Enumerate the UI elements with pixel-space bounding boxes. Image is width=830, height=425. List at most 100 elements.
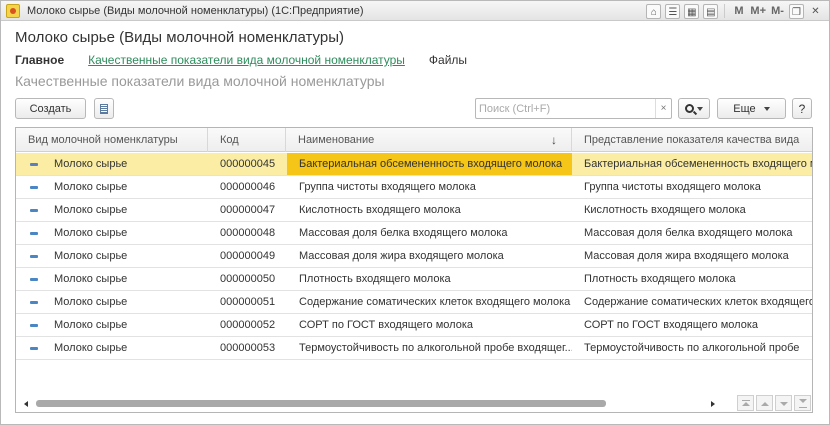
table-row[interactable]: Молоко сырье 000000052 СОРТ по ГОСТ вход… (16, 314, 812, 337)
cell-representation: Бактериальная обсемененность входящего м… (584, 158, 812, 170)
go-to-last-button[interactable] (794, 395, 811, 411)
quality-indicators-table[interactable]: Вид молочной номенклатуры Код Наименован… (15, 127, 813, 413)
cell-name: СОРТ по ГОСТ входящего молока (299, 319, 473, 331)
restore-icon[interactable]: ❐ (789, 3, 804, 19)
table-row[interactable]: Молоко сырье 000000049 Массовая доля жир… (16, 245, 812, 268)
title-bar: Молоко сырье (Виды молочной номенклатуры… (1, 1, 829, 21)
triangle-down-icon (780, 402, 788, 406)
title-bar-toolbar: ⌂ ☰ ▦ ▤ M M+ M- ❐ ✕ (646, 3, 823, 19)
cell-representation: Группа чистоты входящего молока (584, 181, 761, 193)
cell-name: Содержание соматических клеток входящего… (299, 296, 571, 308)
help-button[interactable]: ? (792, 98, 812, 119)
item-icon (30, 301, 38, 304)
item-icon (30, 186, 38, 189)
cell-representation: Содержание соматических клеток входящего… (584, 296, 813, 308)
cell-code: 000000052 (220, 319, 276, 331)
table-body: Молоко сырье 000000045 Бактериальная обс… (16, 153, 813, 360)
nav-main[interactable]: Главное (15, 53, 64, 67)
memory-plus-button[interactable]: M+ (750, 4, 766, 19)
horizontal-scrollbar[interactable] (16, 396, 726, 412)
cell-name: Плотность входящего молока (299, 273, 451, 285)
cell-kind: Молоко сырье (54, 227, 128, 239)
create-button[interactable]: Создать (15, 98, 86, 119)
more-button-label: Еще (733, 102, 756, 115)
item-icon (30, 209, 38, 212)
table-row[interactable]: Молоко сырье 000000053 Термоустойчивость… (16, 337, 812, 360)
list-button[interactable] (94, 98, 114, 119)
cell-name: Бактериальная обсемененность входящего м… (287, 153, 572, 175)
cell-kind: Молоко сырье (54, 273, 128, 285)
table-row[interactable]: Молоко сырье 000000050 Плотность входяще… (16, 268, 812, 291)
cell-name: Массовая доля жира входящего молока (299, 250, 504, 262)
calendar-icon[interactable]: ▦ (684, 3, 700, 19)
table-row[interactable]: Молоко сырье 000000051 Содержание сомати… (16, 291, 813, 314)
nav-files[interactable]: Файлы (429, 53, 467, 67)
chevron-down-icon (763, 106, 770, 111)
cell-kind: Молоко сырье (54, 158, 128, 170)
cell-name: Термоустойчивость по алкогольной пробе в… (299, 342, 572, 354)
cell-representation: СОРТ по ГОСТ входящего молока (584, 319, 758, 331)
item-icon (30, 347, 38, 350)
column-header-code[interactable]: Код (208, 128, 286, 152)
cell-kind: Молоко сырье (54, 181, 128, 193)
search-input[interactable] (479, 101, 649, 116)
cell-kind: Молоко сырье (54, 296, 128, 308)
1c-app-icon (6, 4, 20, 18)
window-title: Молоко сырье (Виды молочной номенклатуры… (27, 5, 364, 17)
scroll-left-icon[interactable] (24, 401, 28, 407)
cell-representation: Плотность входящего молока (584, 273, 736, 285)
memory-m-button[interactable]: M (731, 4, 746, 19)
list-navigation (737, 395, 811, 411)
cell-kind: Молоко сырье (54, 342, 128, 354)
more-button[interactable]: Еще (717, 98, 786, 119)
cell-code: 000000050 (220, 273, 276, 285)
triangle-down-icon (799, 399, 807, 403)
item-icon (30, 163, 38, 166)
go-to-first-button[interactable] (737, 395, 754, 411)
cell-kind: Молоко сырье (54, 204, 128, 216)
table-row[interactable]: Молоко сырье 000000047 Кислотность входя… (16, 199, 812, 222)
calculator-icon[interactable]: ▤ (703, 3, 719, 19)
list-icon (100, 103, 108, 114)
sort-arrow-icon: ↓ (551, 133, 557, 147)
section-title: Качественные показатели вида молочной но… (15, 73, 385, 89)
cell-code: 000000049 (220, 250, 276, 262)
bar-icon (799, 407, 807, 408)
search-field[interactable]: × (475, 98, 672, 119)
item-icon (30, 324, 38, 327)
clear-search-button[interactable]: × (655, 99, 671, 118)
app-window: Молоко сырье (Виды молочной номенклатуры… (0, 0, 830, 425)
table-row[interactable]: Молоко сырье 000000046 Группа чистоты вх… (16, 176, 812, 199)
history-icon[interactable]: ☰ (665, 3, 681, 19)
cell-representation: Кислотность входящего молока (584, 204, 746, 216)
cell-kind: Молоко сырье (54, 319, 128, 331)
scrollbar-thumb[interactable] (36, 400, 606, 407)
column-header-representation[interactable]: Представление показателя качества вида (572, 128, 812, 152)
scroll-right-icon[interactable] (711, 401, 715, 407)
item-icon (30, 232, 38, 235)
table-row[interactable]: Молоко сырье 000000048 Массовая доля бел… (16, 222, 812, 245)
page-down-button[interactable] (775, 395, 792, 411)
divider (724, 4, 726, 18)
cell-representation: Массовая доля жира входящего молока (584, 250, 789, 262)
cell-representation: Массовая доля белка входящего молока (584, 227, 793, 239)
column-header-name-label: Наименование (298, 134, 375, 146)
cell-code: 000000045 (220, 158, 276, 170)
cell-representation: Термоустойчивость по алкогольной пробе (584, 342, 800, 354)
home-icon[interactable]: ⌂ (646, 3, 662, 19)
item-icon (30, 278, 38, 281)
table-header: Вид молочной номенклатуры Код Наименован… (16, 128, 812, 152)
close-icon[interactable]: ✕ (808, 4, 823, 19)
table-row[interactable]: Молоко сырье 000000045 Бактериальная обс… (16, 153, 812, 176)
find-button[interactable] (678, 98, 710, 119)
column-header-name[interactable]: Наименование ↓ (286, 128, 572, 152)
page-up-button[interactable] (756, 395, 773, 411)
memory-minus-button[interactable]: M- (770, 4, 785, 19)
column-header-kind[interactable]: Вид молочной номенклатуры (16, 128, 208, 152)
triangle-up-icon (761, 402, 769, 406)
form-nav: Главное Качественные показатели вида мол… (15, 53, 467, 67)
cell-name: Группа чистоты входящего молока (299, 181, 476, 193)
nav-quality-link[interactable]: Качественные показатели вида молочной но… (88, 53, 405, 67)
cell-code: 000000048 (220, 227, 276, 239)
search-icon (685, 104, 694, 113)
